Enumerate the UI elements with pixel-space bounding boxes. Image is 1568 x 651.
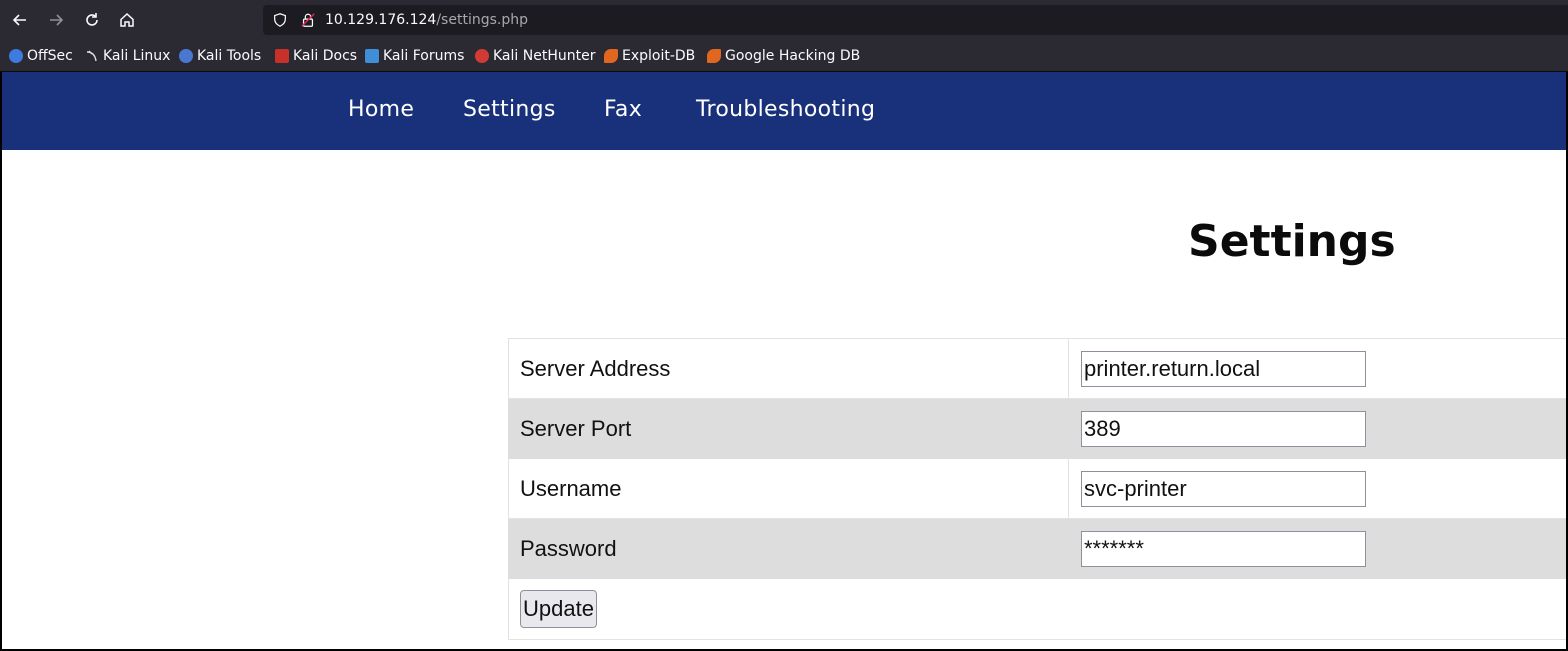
kali-forums-icon [365,49,379,63]
username-label: Username [508,458,1069,519]
bookmark-label: Kali Docs [293,48,358,64]
update-button[interactable]: Update [520,590,597,628]
server-port-label: Server Port [508,398,1069,459]
url-path: /settings.php [436,12,528,28]
exploit-db-icon [604,49,618,63]
site-nav: Home Settings Fax Troubleshooting [2,72,1566,150]
back-arrow-icon[interactable] [8,8,32,32]
forward-arrow-icon[interactable] [44,8,68,32]
ghdb-icon [707,49,721,63]
password-cell [1068,518,1566,579]
server-port-cell [1068,398,1566,459]
password-input[interactable] [1081,530,1366,567]
url-host: 10.129.176.124 [325,12,437,28]
nav-troubleshooting-link[interactable]: Troubleshooting [696,97,875,122]
table-row: Server Port [508,398,1566,459]
bookmark-ghdb[interactable]: Google Hacking DB [707,47,860,65]
offsec-icon [9,49,23,63]
bookmark-label: Kali Tools [197,48,262,64]
shield-icon[interactable] [271,11,289,29]
nav-settings-link[interactable]: Settings [463,97,556,122]
settings-form-table: Server Address Server Port Username Pass… [508,338,1566,640]
bookmark-label: Kali NetHunter [493,48,596,64]
bookmark-exploit-db[interactable]: Exploit-DB [604,47,695,65]
table-row: Server Address [508,338,1566,399]
kali-tools-icon [179,49,193,63]
bookmark-kali-nethunter[interactable]: Kali NetHunter [475,47,595,65]
kali-docs-icon [275,49,289,63]
username-cell [1068,458,1566,519]
browser-toolbar: 10.129.176.124/settings.php [0,0,1568,40]
update-cell: Update [508,578,1566,640]
table-row: Update [508,578,1566,640]
bookmark-offsec[interactable]: OffSec [9,47,73,65]
bookmark-label: Google Hacking DB [725,48,861,64]
bookmark-kali-forums[interactable]: Kali Forums [365,47,464,65]
nethunter-icon [475,49,489,63]
username-input[interactable] [1081,470,1366,507]
window-border-left [0,72,2,651]
table-row: Username [508,458,1566,519]
page-title: Settings [1188,216,1396,267]
bookmark-label: Kali Forums [383,48,465,64]
page-content: Home Settings Fax Troubleshooting Settin… [2,72,1566,649]
server-port-input[interactable] [1081,410,1366,447]
bookmark-kali-tools[interactable]: Kali Tools [179,47,261,65]
bookmarks-bar: OffSec Kali Linux Kali Tools Kali Docs K… [0,40,1568,72]
table-row: Password [508,518,1566,579]
nav-home-link[interactable]: Home [348,97,414,122]
bookmark-label: Kali Linux [103,48,171,64]
bookmark-kali-docs[interactable]: Kali Docs [275,47,357,65]
url-text[interactable]: 10.129.176.124/settings.php [325,11,528,29]
password-label: Password [508,518,1069,579]
server-address-input[interactable] [1081,350,1366,387]
bookmark-label: Exploit-DB [622,48,696,64]
bookmark-kali-linux[interactable]: Kali Linux [85,47,170,65]
url-bar[interactable]: 10.129.176.124/settings.php [263,5,1568,35]
home-icon[interactable] [115,8,139,32]
reload-icon[interactable] [80,8,104,32]
bookmark-label: OffSec [27,48,73,64]
server-address-label: Server Address [508,338,1069,399]
kali-dragon-icon [85,49,99,63]
insecure-lock-icon[interactable] [299,11,317,29]
nav-fax-link[interactable]: Fax [604,97,642,122]
server-address-cell [1068,338,1566,399]
